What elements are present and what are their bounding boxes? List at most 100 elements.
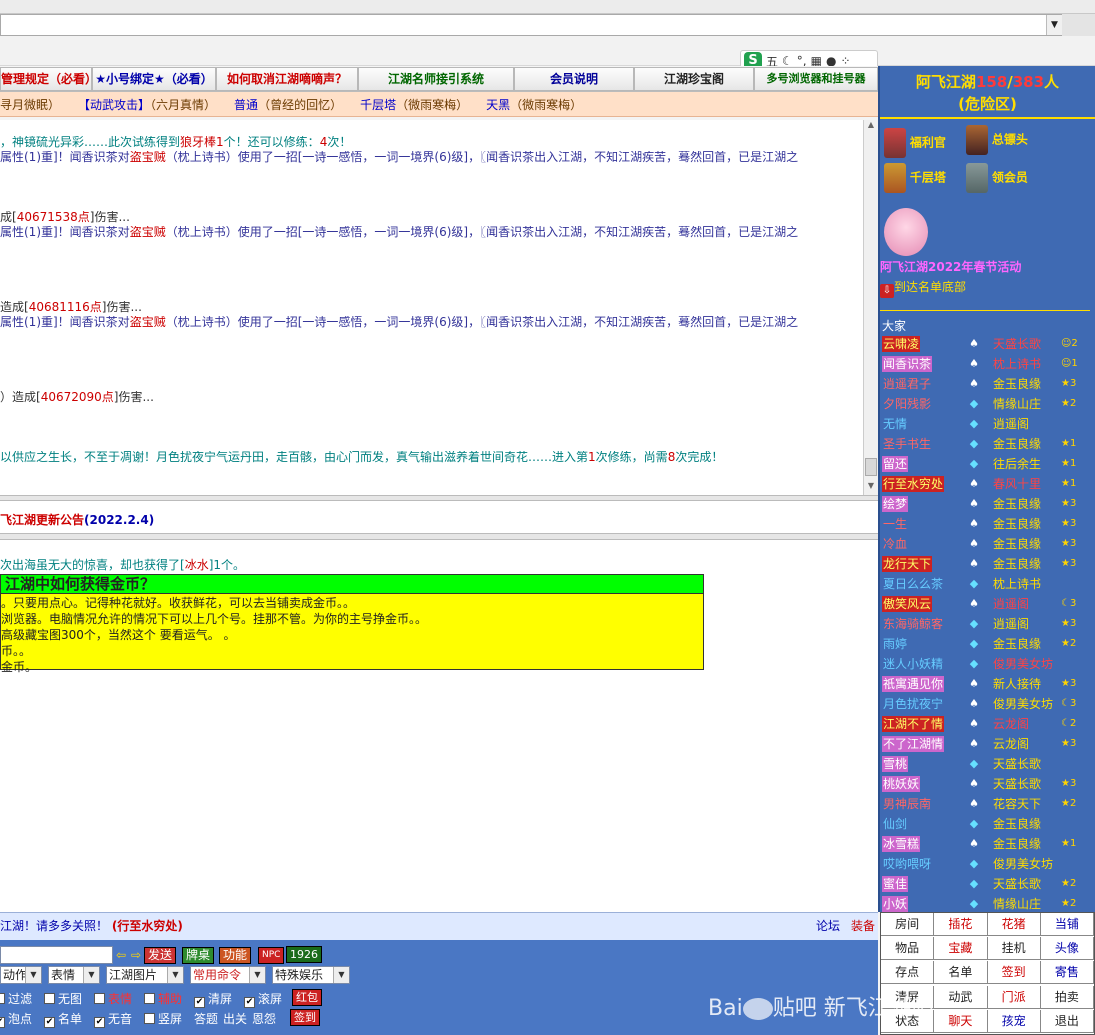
checkbox-icon[interactable] xyxy=(94,993,105,1004)
user-row[interactable]: 小妖 ◆ 情缘山庄 ★2 xyxy=(880,894,1095,912)
channel-item[interactable]: 普通（曾经的回忆） xyxy=(234,96,342,113)
nav-mute-button[interactable]: 如何取消江湖嘀嘀声？ xyxy=(216,67,358,91)
welfare-label[interactable]: 福利官 xyxy=(910,136,946,150)
user-name[interactable]: 桃妖妖 xyxy=(882,776,921,792)
scroll-up-icon[interactable]: ▲ xyxy=(864,120,878,134)
user-row[interactable]: 闻香识茶 ♠ 枕上诗书 ☺1 xyxy=(880,354,1095,374)
user-name[interactable]: 夕阳残影 xyxy=(882,396,932,412)
user-name[interactable]: 不了江湖情 xyxy=(882,736,945,752)
member-link[interactable]: 领会员 xyxy=(966,163,1028,193)
nav-rules-button[interactable]: 管理规定（必看） xyxy=(0,67,92,91)
user-row[interactable]: 雨婷 ◆ 金玉良缘 ★2 xyxy=(880,634,1095,654)
option-泡点[interactable]: ✔泡点 xyxy=(0,1010,32,1028)
menu-item[interactable]: 存点 xyxy=(881,961,935,985)
user-name[interactable]: 冷血 xyxy=(882,536,908,552)
nav-mentor-button[interactable]: 江湖名师接引系统 xyxy=(358,67,514,91)
nav-member-button[interactable]: 会员说明 xyxy=(514,67,634,91)
menu-item[interactable]: 房间 xyxy=(881,913,935,936)
menu-item[interactable]: 插花 xyxy=(934,913,988,936)
arrow-left-icon[interactable]: ⇦ xyxy=(116,948,126,962)
checkbox-checked-icon[interactable]: ✔ xyxy=(94,1017,105,1028)
menu-item[interactable]: 名单 xyxy=(934,961,988,985)
chevron-down-icon[interactable]: ▼ xyxy=(25,967,41,983)
user-row[interactable]: 男神辰南 ♠ 花容天下 ★2 xyxy=(880,794,1095,814)
channel-name[interactable]: 天黑 xyxy=(486,98,510,112)
user-name[interactable]: 夏日么么茶 xyxy=(882,576,944,592)
user-name[interactable]: 男神辰南 xyxy=(882,796,932,812)
option-表情[interactable]: 表情 xyxy=(94,990,132,1007)
chevron-down-icon[interactable]: ▼ xyxy=(83,967,99,983)
chevron-down-icon[interactable]: ▼ xyxy=(249,967,265,983)
user-name[interactable]: 冰雪糕 xyxy=(882,836,921,852)
user-row[interactable]: 仙剑 ◆ 金玉良缘 xyxy=(880,814,1095,834)
user-name[interactable]: 绘梦 xyxy=(882,496,909,512)
message-input[interactable] xyxy=(0,946,113,964)
option-无音[interactable]: ✔ 无音 xyxy=(94,1010,132,1028)
nav-browser-button[interactable]: 多号浏览器和挂号器 xyxy=(754,67,878,91)
member-label[interactable]: 领会员 xyxy=(992,171,1028,185)
user-row[interactable]: 夏日么么茶 ◆ 枕上诗书 xyxy=(880,574,1095,594)
menu-item[interactable]: 头像 xyxy=(1040,937,1094,961)
checkbox-icon[interactable] xyxy=(0,993,5,1004)
user-name[interactable]: 蜜佳 xyxy=(882,876,909,892)
menu-item[interactable]: 挂机 xyxy=(987,937,1041,961)
image-select[interactable]: 江湖图片 ▼ xyxy=(106,966,184,984)
checkbox-checked-icon[interactable]: ✔ xyxy=(244,997,255,1008)
option-滚屏[interactable]: ✔ 滚屏 xyxy=(244,990,282,1008)
user-row[interactable]: 无情 ◆ 逍遥阁 xyxy=(880,414,1095,434)
user-row[interactable]: 蜜佳 ◆ 天盛长歌 ★2 xyxy=(880,874,1095,894)
menu-item[interactable]: 宝藏 xyxy=(934,937,988,961)
option-辅助[interactable]: 辅助 xyxy=(144,990,182,1007)
event-link[interactable]: 阿飞江湖2022年春节活动 xyxy=(880,258,1080,275)
address-bar[interactable] xyxy=(0,14,1062,36)
announcement-bar[interactable]: 飞江湖更新公告(2022.2.4) xyxy=(0,501,878,534)
menu-item[interactable]: 签到 xyxy=(987,961,1041,985)
user-name[interactable]: 行至水穷处 xyxy=(882,476,945,492)
user-row[interactable]: 夕阳残影 ◆ 情缘山庄 ★2 xyxy=(880,394,1095,414)
menu-item[interactable]: 花猪 xyxy=(987,913,1041,936)
quick-link[interactable]: 出关 xyxy=(223,1010,247,1027)
user-row[interactable]: 云啸凌 ♠ 天盛长歌 ☺2 xyxy=(880,334,1095,354)
escort-link[interactable]: 总镖头 xyxy=(966,125,1028,155)
quick-link[interactable]: 恩怨 xyxy=(252,1010,276,1027)
user-name[interactable]: 迷人小妖精 xyxy=(882,656,944,672)
user-name[interactable]: 圣手书生 xyxy=(882,436,932,452)
signin-button[interactable]: 签到 xyxy=(290,1009,320,1026)
nav-treasure-button[interactable]: 江湖珍宝阁 xyxy=(634,67,754,91)
channel-item[interactable]: 【动武攻击】（六月真情） xyxy=(78,96,216,113)
desk-button[interactable]: 牌桌 xyxy=(182,947,215,964)
user-name[interactable]: 逍遥君子 xyxy=(882,376,932,392)
user-row[interactable]: 祇寓遇见你 ♠ 新人接待 ★3 xyxy=(880,674,1095,694)
checkbox-checked-icon[interactable]: ✔ xyxy=(0,1017,5,1028)
channel-name[interactable]: 【动武攻击】 xyxy=(78,98,150,112)
chat-log[interactable]: ，神镜硫光异彩……此次试练得到狼牙棒1个！还可以修练：4次！ 属性(1)重]！闻香… xyxy=(0,120,863,495)
user-name[interactable]: 无情 xyxy=(882,416,908,432)
user-row[interactable]: 江湖不了情 ♠ 云龙阁 ☾2 xyxy=(880,714,1095,734)
user-row[interactable]: 不了江湖情 ♠ 云龙阁 ★3 xyxy=(880,734,1095,754)
menu-item[interactable]: 拍卖 xyxy=(1040,985,1094,1009)
arrow-right-icon[interactable]: ⇨ xyxy=(131,948,141,962)
action-select[interactable]: 动作 ▼ xyxy=(0,966,42,984)
arrow-down-icon[interactable]: ⇩ xyxy=(880,284,894,298)
menu-item[interactable]: 当铺 xyxy=(1040,913,1094,936)
function-button[interactable]: 功能 xyxy=(219,947,252,964)
npc-button[interactable]: NPC xyxy=(258,947,285,964)
user-name[interactable]: 龙行天下 xyxy=(882,556,933,572)
chat-scrollbar[interactable]: ▲ ▼ xyxy=(863,120,878,495)
menu-item[interactable]: 退出 xyxy=(1040,1009,1094,1033)
checkbox-checked-icon[interactable]: ✔ xyxy=(44,1017,55,1028)
user-row[interactable]: 哎哟喂呀 ◆ 俊男美女坊 xyxy=(880,854,1095,874)
user-name[interactable]: 云啸凌 xyxy=(882,336,921,352)
send-button[interactable]: 发送 xyxy=(144,947,177,964)
to-bottom-link[interactable]: ⇩ 到达名单底部 xyxy=(880,278,966,298)
checkbox-icon[interactable] xyxy=(144,993,155,1004)
user-row[interactable]: 留还 ◆ 往后余生 ★1 xyxy=(880,454,1095,474)
emotion-select[interactable]: 表情 ▼ xyxy=(48,966,100,984)
fun-select[interactable]: 特殊娱乐 ▼ xyxy=(272,966,350,984)
option-名单[interactable]: ✔ 名单 xyxy=(44,1010,82,1028)
user-row[interactable]: 行至水穷处 ♠ 春风十里 ★1 xyxy=(880,474,1095,494)
option-清屏[interactable]: ✔ 清屏 xyxy=(194,990,232,1008)
address-dropdown-icon[interactable]: ▼ xyxy=(1046,15,1062,35)
user-name[interactable]: 东海骑鲸客 xyxy=(882,616,944,632)
user-name[interactable]: 傲笑风云 xyxy=(882,596,933,612)
